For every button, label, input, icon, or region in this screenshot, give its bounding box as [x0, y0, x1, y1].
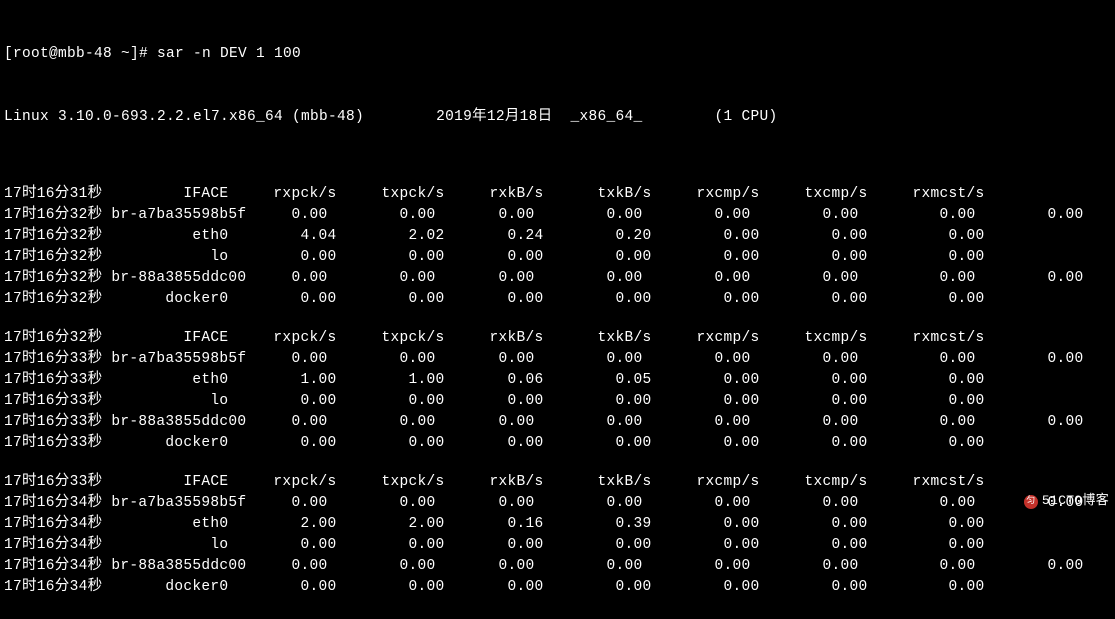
table-row: 17时16分34秒 lo 0.00 0.00 0.00 0.00 0.00 0.…: [4, 535, 1111, 556]
table-row: 17时16分33秒 eth0 1.00 1.00 0.06 0.05 0.00 …: [4, 370, 1111, 391]
terminal-output: [root@mbb-48 ~]# sar -n DEV 1 100 Linux …: [4, 2, 1111, 619]
table-row: 17时16分32秒 docker0 0.00 0.00 0.00 0.00 0.…: [4, 289, 1111, 310]
data-blocks: 17时16分31秒 IFACE rxpck/s txpck/s rxkB/s t…: [4, 184, 1111, 598]
header-row: 17时16分33秒 IFACE rxpck/s txpck/s rxkB/s t…: [4, 472, 1111, 493]
table-row: 17时16分32秒 br-88a3855ddc00 0.00 0.00 0.00…: [4, 268, 1111, 289]
table-row: 17时16分32秒 eth0 4.04 2.02 0.24 0.20 0.00 …: [4, 226, 1111, 247]
data-block: 17时16分32秒 IFACE rxpck/s txpck/s rxkB/s t…: [4, 328, 1111, 454]
watermark-logo-icon: 匀: [1024, 495, 1038, 509]
table-row: 17时16分34秒 br-a7ba35598b5f 0.00 0.00 0.00…: [4, 493, 1111, 514]
header-row: 17时16分31秒 IFACE rxpck/s txpck/s rxkB/s t…: [4, 184, 1111, 205]
table-row: 17时16分34秒 br-88a3855ddc00 0.00 0.00 0.00…: [4, 556, 1111, 577]
system-info-line: Linux 3.10.0-693.2.2.el7.x86_64 (mbb-48)…: [4, 107, 1111, 128]
data-block: 17时16分33秒 IFACE rxpck/s txpck/s rxkB/s t…: [4, 472, 1111, 598]
table-row: 17时16分33秒 docker0 0.00 0.00 0.00 0.00 0.…: [4, 433, 1111, 454]
table-row: 17时16分32秒 lo 0.00 0.00 0.00 0.00 0.00 0.…: [4, 247, 1111, 268]
table-row: 17时16分32秒 br-a7ba35598b5f 0.00 0.00 0.00…: [4, 205, 1111, 226]
header-row: 17时16分32秒 IFACE rxpck/s txpck/s rxkB/s t…: [4, 328, 1111, 349]
watermark-text: 51CTO博客: [1042, 492, 1109, 511]
table-row: 17时16分33秒 lo 0.00 0.00 0.00 0.00 0.00 0.…: [4, 391, 1111, 412]
prompt-line: [root@mbb-48 ~]# sar -n DEV 1 100: [4, 44, 1111, 65]
data-block: 17时16分31秒 IFACE rxpck/s txpck/s rxkB/s t…: [4, 184, 1111, 310]
table-row: 17时16分33秒 br-88a3855ddc00 0.00 0.00 0.00…: [4, 412, 1111, 433]
system-info-text: Linux 3.10.0-693.2.2.el7.x86_64 (mbb-48)…: [4, 109, 778, 125]
table-row: 17时16分34秒 docker0 0.00 0.00 0.00 0.00 0.…: [4, 577, 1111, 598]
table-row: 17时16分34秒 eth0 2.00 2.00 0.16 0.39 0.00 …: [4, 514, 1111, 535]
watermark: 匀 51CTO博客: [1024, 492, 1109, 511]
prompt-text: [root@mbb-48 ~]# sar -n DEV 1 100: [4, 46, 301, 62]
table-row: 17时16分33秒 br-a7ba35598b5f 0.00 0.00 0.00…: [4, 349, 1111, 370]
